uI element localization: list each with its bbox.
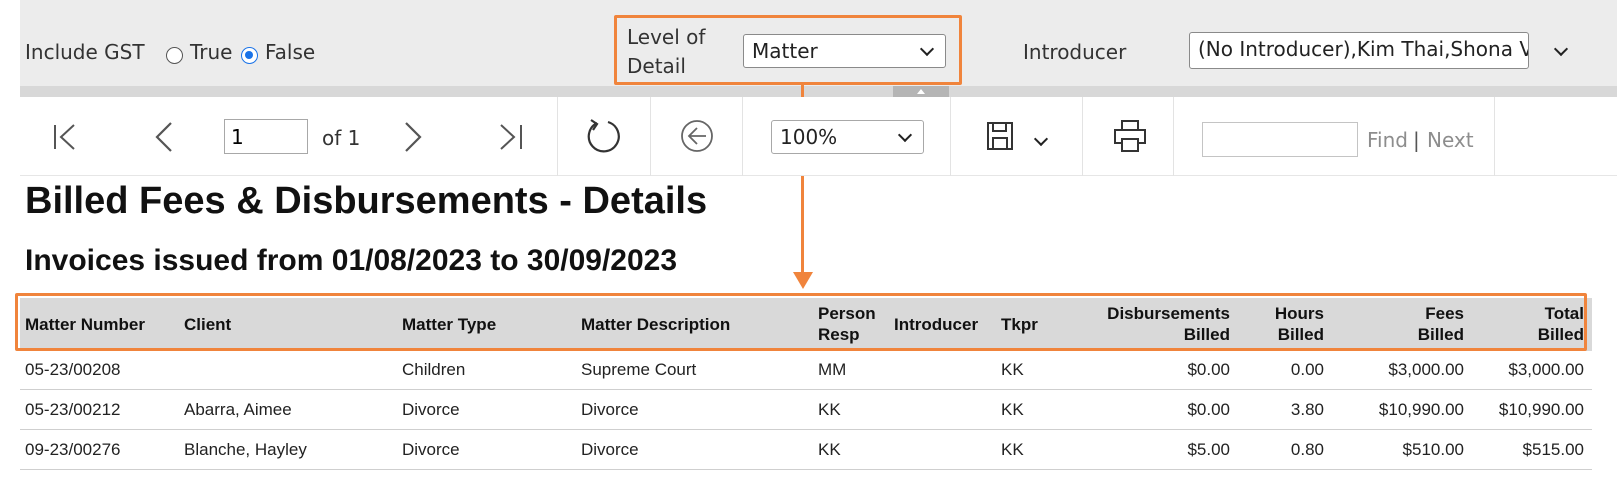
cell-matter-description: Divorce — [581, 400, 639, 419]
toolbar-separator — [1082, 97, 1083, 176]
cell-total: $515.00 — [1522, 440, 1584, 459]
cell-matter-number: 05-23/00208 — [25, 360, 121, 379]
level-of-detail-highlight — [614, 15, 962, 85]
cell-disbursements: $5.00 — [1187, 440, 1230, 459]
cell-hours: 0.00 — [1290, 360, 1324, 379]
zoom-select[interactable]: 100% — [771, 120, 924, 154]
cell-matter-type: Divorce — [402, 400, 460, 419]
next-link[interactable]: Next — [1427, 128, 1474, 152]
toolbar-separator — [950, 97, 951, 176]
last-page-icon[interactable] — [498, 123, 524, 151]
gst-true-radio[interactable] — [166, 47, 183, 64]
page-number-input[interactable] — [224, 119, 308, 154]
table-row: 09-23/00276 Blanche, Hayley Divorce Divo… — [20, 430, 1592, 470]
cell-fees: $3,000.00 — [1388, 360, 1464, 379]
first-page-icon[interactable] — [52, 123, 78, 151]
cell-matter-number: 05-23/00212 — [25, 400, 121, 419]
cell-person-resp: MM — [818, 360, 847, 379]
cell-tkpr: KK — [1001, 360, 1024, 379]
cell-disbursements: $0.00 — [1187, 400, 1230, 419]
cell-client: Blanche, Hayley — [184, 440, 307, 459]
report-title: Billed Fees & Disbursements - Details — [25, 180, 708, 222]
introducer-label: Introducer — [1023, 40, 1127, 64]
table-header-highlight — [15, 293, 1587, 351]
gst-true-label[interactable]: True — [190, 40, 232, 64]
table-row: 05-23/00208 Children Supreme Court MM KK… — [20, 350, 1592, 390]
report-subtitle: Invoices issued from 01/08/2023 to 30/09… — [25, 244, 678, 277]
cell-hours: 3.80 — [1290, 400, 1324, 419]
cell-tkpr: KK — [1001, 440, 1024, 459]
find-separator: | — [1413, 128, 1420, 152]
cell-disbursements: $0.00 — [1187, 360, 1230, 379]
table-row: 05-23/00212 Abarra, Aimee Divorce Divorc… — [20, 390, 1592, 430]
cell-client: Abarra, Aimee — [184, 400, 292, 419]
save-icon[interactable] — [986, 121, 1014, 151]
gst-false-label[interactable]: False — [265, 40, 315, 64]
cell-person-resp: KK — [818, 440, 841, 459]
cell-total: $3,000.00 — [1508, 360, 1584, 379]
refresh-icon[interactable] — [585, 117, 623, 155]
next-page-icon[interactable] — [403, 121, 423, 153]
find-input[interactable] — [1202, 122, 1358, 157]
zoom-value: 100% — [780, 125, 838, 149]
gst-false-radio[interactable] — [241, 47, 258, 64]
include-gst-label: Include GST — [25, 40, 145, 64]
toolbar-separator — [1173, 97, 1174, 176]
cell-fees: $10,990.00 — [1378, 400, 1464, 419]
print-icon[interactable] — [1113, 119, 1147, 153]
cell-matter-type: Divorce — [402, 440, 460, 459]
cell-fees: $510.00 — [1402, 440, 1464, 459]
page-count-label: of 1 — [322, 126, 361, 150]
back-icon[interactable] — [680, 119, 714, 153]
cell-person-resp: KK — [818, 400, 841, 419]
cell-hours: 0.80 — [1290, 440, 1324, 459]
introducer-select[interactable]: (No Introducer),Kim Thai,Shona V... — [1189, 32, 1529, 69]
cell-matter-description: Supreme Court — [581, 360, 697, 379]
cell-total: $10,990.00 — [1498, 400, 1584, 419]
previous-page-icon[interactable] — [154, 121, 174, 153]
collapse-parameters-button[interactable] — [893, 86, 949, 97]
cell-matter-description: Divorce — [581, 440, 639, 459]
introducer-value: (No Introducer),Kim Thai,Shona V... — [1198, 37, 1529, 61]
toolbar-separator — [742, 97, 743, 176]
toolbar-separator — [557, 97, 558, 176]
cell-tkpr: KK — [1001, 400, 1024, 419]
annotation-arrow-head — [793, 272, 813, 289]
cell-matter-number: 09-23/00276 — [25, 440, 121, 459]
find-link[interactable]: Find — [1367, 128, 1408, 152]
collapse-up-icon — [917, 89, 925, 94]
toolbar-separator — [650, 97, 651, 176]
chevron-down-icon — [897, 127, 913, 143]
parameter-splitter[interactable] — [20, 86, 1617, 97]
cell-matter-type: Children — [402, 360, 466, 379]
toolbar-separator — [1494, 97, 1495, 176]
